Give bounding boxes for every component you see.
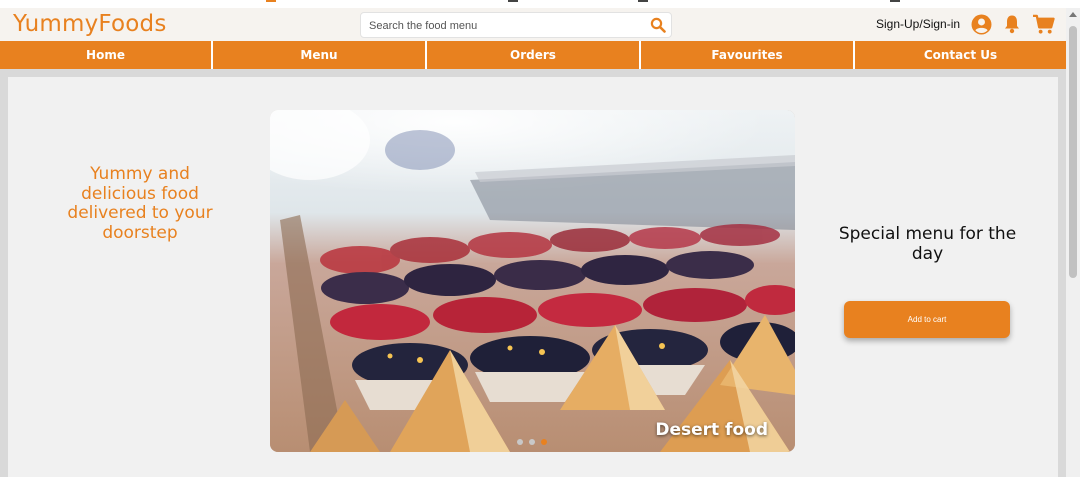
nav-item-home[interactable]: Home [0, 41, 211, 69]
nav-item-contact[interactable]: Contact Us [855, 41, 1066, 69]
signin-link[interactable]: Sign-Up/Sign-in [876, 17, 960, 31]
main-nav: Home Menu Orders Favourites Contact Us [0, 41, 1066, 69]
carousel-dot-1[interactable] [517, 439, 523, 445]
page-scrollbar[interactable] [1066, 8, 1080, 477]
nav-item-menu[interactable]: Menu [213, 41, 425, 69]
dessert-photo [270, 110, 795, 452]
nav-item-orders[interactable]: Orders [427, 41, 639, 69]
user-icon[interactable] [971, 14, 992, 35]
search-box [360, 12, 672, 38]
nav-item-favourites[interactable]: Favourites [641, 41, 853, 69]
carousel-dot-2[interactable] [529, 439, 535, 445]
scroll-thumb[interactable] [1069, 26, 1077, 278]
add-to-cart-button[interactable]: Add to cart [844, 301, 1010, 338]
carousel-indicators [517, 439, 547, 445]
divider [0, 69, 1066, 77]
cart-icon[interactable] [1032, 14, 1055, 35]
bell-icon[interactable] [1003, 14, 1021, 34]
hero-tagline: Yummy and delicious food delivered to yo… [67, 164, 213, 243]
search-icon[interactable] [650, 17, 666, 33]
carousel-caption: Desert food [655, 420, 768, 440]
search-input[interactable] [367, 16, 641, 36]
scroll-up-arrow[interactable] [1069, 12, 1077, 17]
top-bar: YummyFoods Sign-Up/Sign-in [0, 8, 1066, 41]
brand-logo[interactable]: YummyFoods [13, 11, 167, 37]
browser-top-strip [0, 0, 1080, 8]
carousel-dot-3[interactable] [541, 439, 547, 445]
special-menu-title: Special menu for the day [838, 224, 1017, 264]
food-carousel[interactable]: Desert food [270, 110, 795, 452]
